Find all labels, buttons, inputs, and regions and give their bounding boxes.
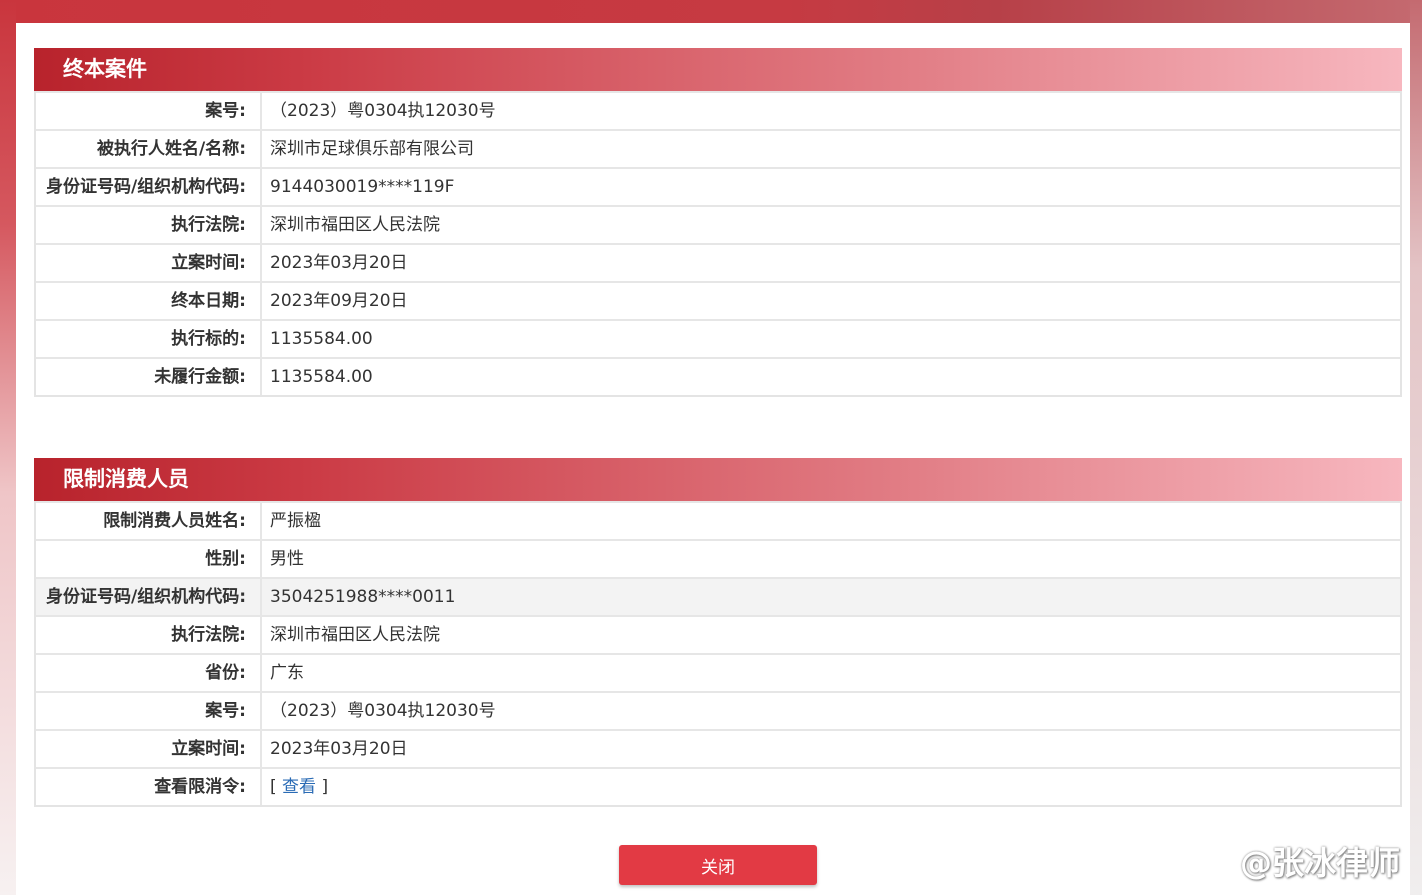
row-value: 1135584.00 xyxy=(270,367,373,387)
bracket-close: ] xyxy=(316,777,329,797)
terminated-case-section: 终本案件 案号: （2023）粤0304执12030号 被执行人姓名/名称: 深… xyxy=(34,48,1402,397)
table-row: 限制消费人员姓名: 严振楹 xyxy=(36,501,1400,539)
table-row: 执行法院: 深圳市福田区人民法院 xyxy=(36,615,1400,653)
row-label: 执行法院: xyxy=(36,207,262,243)
left-background xyxy=(0,0,16,895)
row-label: 限制消费人员姓名: xyxy=(36,503,262,539)
table-row: 被执行人姓名/名称: 深圳市足球俱乐部有限公司 xyxy=(36,129,1400,167)
watermark-text: @张冰律师 xyxy=(1240,844,1401,882)
row-value: 男性 xyxy=(270,549,304,569)
row-value: 广东 xyxy=(270,663,304,683)
row-label: 执行法院: xyxy=(36,617,262,653)
row-label: 未履行金额: xyxy=(36,359,262,395)
table-row: 案号: （2023）粤0304执12030号 xyxy=(36,691,1400,729)
row-label: 被执行人姓名/名称: xyxy=(36,131,262,167)
table-row: 执行标的: 1135584.00 xyxy=(36,319,1400,357)
table-row: 性别: 男性 xyxy=(36,539,1400,577)
table-row: 查看限消令: [ 查看 ] xyxy=(36,767,1400,805)
restricted-consumer-table: 限制消费人员姓名: 严振楹 性别: 男性 身份证号码/组织机构代码: 35042… xyxy=(34,501,1402,807)
watermark: @张冰律师 xyxy=(1200,840,1400,882)
row-label: 立案时间: xyxy=(36,731,262,767)
table-row: 省份: 广东 xyxy=(36,653,1400,691)
row-label: 身份证号码/组织机构代码: xyxy=(36,169,262,205)
row-value: 1135584.00 xyxy=(270,329,373,349)
row-value: 深圳市福田区人民法院 xyxy=(270,625,440,645)
row-value: （2023）粤0304执12030号 xyxy=(270,101,496,121)
row-value: 2023年03月20日 xyxy=(270,739,408,759)
table-row: 终本日期: 2023年09月20日 xyxy=(36,281,1400,319)
weibo-icon xyxy=(1200,848,1233,876)
row-label: 身份证号码/组织机构代码: xyxy=(36,579,262,615)
row-label: 查看限消令: xyxy=(36,769,262,805)
row-value: 2023年09月20日 xyxy=(270,291,408,311)
row-label: 案号: xyxy=(36,93,262,129)
table-row: 执行法院: 深圳市福田区人民法院 xyxy=(36,205,1400,243)
table-row: 案号: （2023）粤0304执12030号 xyxy=(36,91,1400,129)
table-row: 立案时间: 2023年03月20日 xyxy=(36,729,1400,767)
row-value: 严振楹 xyxy=(270,511,321,531)
table-row: 未履行金额: 1135584.00 xyxy=(36,357,1400,395)
right-background xyxy=(1410,0,1422,895)
row-label: 省份: xyxy=(36,655,262,691)
row-value: [ 查看 ] xyxy=(262,769,328,805)
table-row: 身份证号码/组织机构代码: 9144030019****119F xyxy=(36,167,1400,205)
section-header: 限制消费人员 xyxy=(34,458,1402,501)
row-value: 3504251988****0011 xyxy=(270,587,456,607)
row-value: 2023年03月20日 xyxy=(270,253,408,273)
row-label: 终本日期: xyxy=(36,283,262,319)
row-label: 执行标的: xyxy=(36,321,262,357)
row-value: 深圳市足球俱乐部有限公司 xyxy=(270,139,474,159)
row-value: （2023）粤0304执12030号 xyxy=(270,701,496,721)
row-label: 立案时间: xyxy=(36,245,262,281)
bracket-open: [ xyxy=(270,777,283,797)
row-value: 深圳市福田区人民法院 xyxy=(270,215,440,235)
row-value: 9144030019****119F xyxy=(270,177,455,197)
row-label: 性别: xyxy=(36,541,262,577)
restricted-consumer-section: 限制消费人员 限制消费人员姓名: 严振楹 性别: 男性 身份证号码/组织机构代码… xyxy=(34,458,1402,807)
terminated-case-table: 案号: （2023）粤0304执12030号 被执行人姓名/名称: 深圳市足球俱… xyxy=(34,91,1402,397)
close-button[interactable]: 关闭 xyxy=(619,845,817,885)
table-row: 身份证号码/组织机构代码: 3504251988****0011 xyxy=(36,577,1400,615)
section-header: 终本案件 xyxy=(34,48,1402,91)
table-row: 立案时间: 2023年03月20日 xyxy=(36,243,1400,281)
view-order-link[interactable]: 查看 xyxy=(282,777,316,797)
row-label: 案号: xyxy=(36,693,262,729)
